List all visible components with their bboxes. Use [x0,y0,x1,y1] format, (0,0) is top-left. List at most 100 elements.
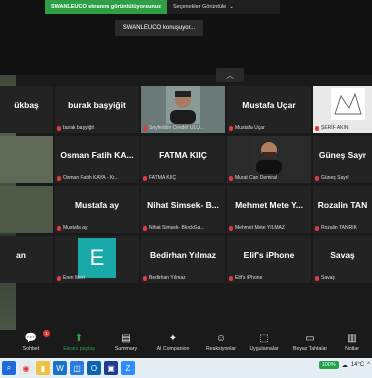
participant-name: Mehmet Mete Y... [235,200,303,210]
mic-muted-icon [57,225,61,231]
battery-indicator[interactable]: 100% [318,361,339,369]
participant-tile[interactable]: ükbaş [0,86,53,133]
chat-button[interactable]: 💬 1 Sohbet [16,330,50,352]
chevron-up-icon[interactable]: ︿ [216,68,244,82]
word-icon[interactable]: W [53,361,67,375]
folder-icon[interactable]: ▮ [36,361,50,375]
screen-share-bar: SWANLEUCO ekranını görüntülüyorsunuz Seç… [45,0,280,14]
participant-tile[interactable]: FATMA KIIÇ FATMA KIIÇ [141,136,225,183]
search-icon[interactable]: ⌕ [2,361,16,375]
participant-tile[interactable]: E Eren Mert [55,236,139,283]
participant-label: Mehmet Mete YILMAZ [235,225,285,231]
chrome-icon[interactable]: ◉ [19,361,33,375]
participant-tile[interactable]: Nihat Simsek- B... Nihat Simsek- BlockGa… [141,186,225,233]
participant-tile[interactable]: Mustafa ay Mustafa ay [55,186,139,233]
temperature: 14°C [350,362,365,368]
mic-muted-icon [143,275,147,281]
weather-icon: ☁ [341,362,348,369]
drawing-thumbnail [331,88,365,120]
avatar-letter: E [89,245,105,270]
participant-label: Murat Can Demiral [235,175,277,181]
participant-label: burak başyiğit [63,125,94,131]
participant-name: burak başyiğit [68,100,126,110]
mic-muted-icon [229,225,233,231]
summary-label: Summary [114,346,138,352]
participant-label: FATMA KIIÇ [149,175,177,181]
mic-muted-icon [229,175,233,181]
ai-companion-label: AI Companion [156,346,190,352]
participant-photo [252,136,286,174]
zoom-icon[interactable]: Z [121,361,135,375]
whiteboard-button[interactable]: ▭ Beyaz Tahtalar [288,330,332,353]
notes-icon: ▥ [347,332,357,344]
participant-name: Elif's iPhone [243,250,295,260]
store-icon[interactable]: ◫ [70,361,84,375]
participant-name: Mustafa Uçar [242,100,296,110]
participant-tile[interactable]: Seyfeddin Cevdet ULU... [141,86,225,133]
chevron-down-icon: ⌄ [229,4,234,10]
share-screen-button[interactable]: ⬆ Ekranı paylaş [56,330,102,353]
participant-tile[interactable]: Mustafa Uçar Mustafa Uçar [227,86,311,133]
mic-muted-icon [315,125,319,131]
mic-muted-icon [143,125,147,131]
participant-name: Mustafa ay [75,200,119,210]
participant-label: Nihat Simsek- BlockGa... [149,225,205,231]
participant-photo [166,86,200,124]
apps-icon: ⬚ [259,332,269,344]
share-screen-label: Ekranı paylaş [63,346,95,352]
ai-companion-button[interactable]: ✦ AI Companion [150,330,196,353]
participant-tile[interactable]: an [0,236,53,283]
participant-name: ükbaş [14,100,39,110]
summary-button[interactable]: ▤ Summary [108,330,144,353]
participant-tile[interactable]: burak başyiğit burak başyiğit [55,86,139,133]
mic-muted-icon [57,175,61,181]
participant-name: Rozalin TAN [317,200,368,210]
avatar: E [78,238,116,278]
mic-muted-icon [315,175,319,181]
whiteboard-icon: ▭ [305,332,315,344]
participant-label: Mustafa Uçar [235,125,265,131]
windows-taskbar: ⌕ ◉ ▮ W ◫ O ▣ Z 100% ☁ 14°C ^ [0,358,372,378]
participant-tile[interactable]: Osman Fatih KA... Osman Fatih KAYA - Kr.… [55,136,139,183]
participant-tile[interactable] [0,186,53,233]
participant-name: FATMA KIIÇ [159,150,207,160]
meeting-toolbar: 💬 1 Sohbet ⬆ Ekranı paylaş ▤ Summary ✦ AI… [0,330,372,358]
participant-tile[interactable]: Murat Can Demiral [227,136,311,183]
participant-tile[interactable]: Güneş Sayr Güneş Sayrl [313,136,372,183]
participant-label: Mustafa ay [63,225,88,231]
mic-muted-icon [143,175,147,181]
mic-muted-icon [143,225,147,231]
reaction-icon: ☺ [215,332,227,344]
participant-tile[interactable] [0,136,53,183]
participant-tile[interactable]: Mehmet Mete Y... Mehmet Mete YILMAZ [227,186,311,233]
participant-tile[interactable]: ŞERİF AKIN [313,86,372,133]
system-tray: 100% ☁ 14°C ^ [318,361,370,369]
chat-badge: 1 [43,330,50,337]
share-status: SWANLEUCO ekranını görüntülüyorsunuz [45,0,168,14]
participant-label: Elif's iPhone [235,275,263,281]
chevron-up-tray-icon[interactable]: ^ [367,362,370,368]
participant-tile[interactable]: Rozalin TAN Rozalin TANRIK [313,186,372,233]
share-screen-icon: ⬆ [74,332,84,344]
view-options-button[interactable]: Seçenekler Görüntüle ⌄ [167,4,240,10]
participant-tile[interactable]: Bedirhan Yılmaz Bedirhan Yılmaz [141,236,225,283]
participant-tile[interactable]: Savaş Savaş [313,236,372,283]
reactions-label: Reaksiyonlar [206,346,236,352]
participant-label: Bedirhan Yılmaz [149,275,186,281]
mic-muted-icon [57,275,61,281]
apps-button[interactable]: ⬚ Uygulamalar [244,330,284,353]
mic-muted-icon [229,275,233,281]
app-icon[interactable]: ▣ [104,361,118,375]
reactions-button[interactable]: ☺ Reaksiyonlar [200,330,242,353]
notes-button[interactable]: ▥ Notlar [340,330,364,353]
participant-name: Güneş Sayr [318,150,367,160]
view-options-label: Seçenekler Görüntüle [173,4,227,10]
participant-name: an [16,250,26,260]
outlook-icon[interactable]: O [87,361,101,375]
participant-tile[interactable]: Elif's iPhone Elif's iPhone [227,236,311,283]
participant-label: Osman Fatih KAYA - Kr... [63,175,119,181]
participant-label: Savaş [321,275,335,281]
apps-label: Uygulamalar [249,346,279,352]
speaking-indicator: SWANLEUCO konuşuyor... [115,20,203,36]
chat-label: Sohbet [22,346,40,352]
